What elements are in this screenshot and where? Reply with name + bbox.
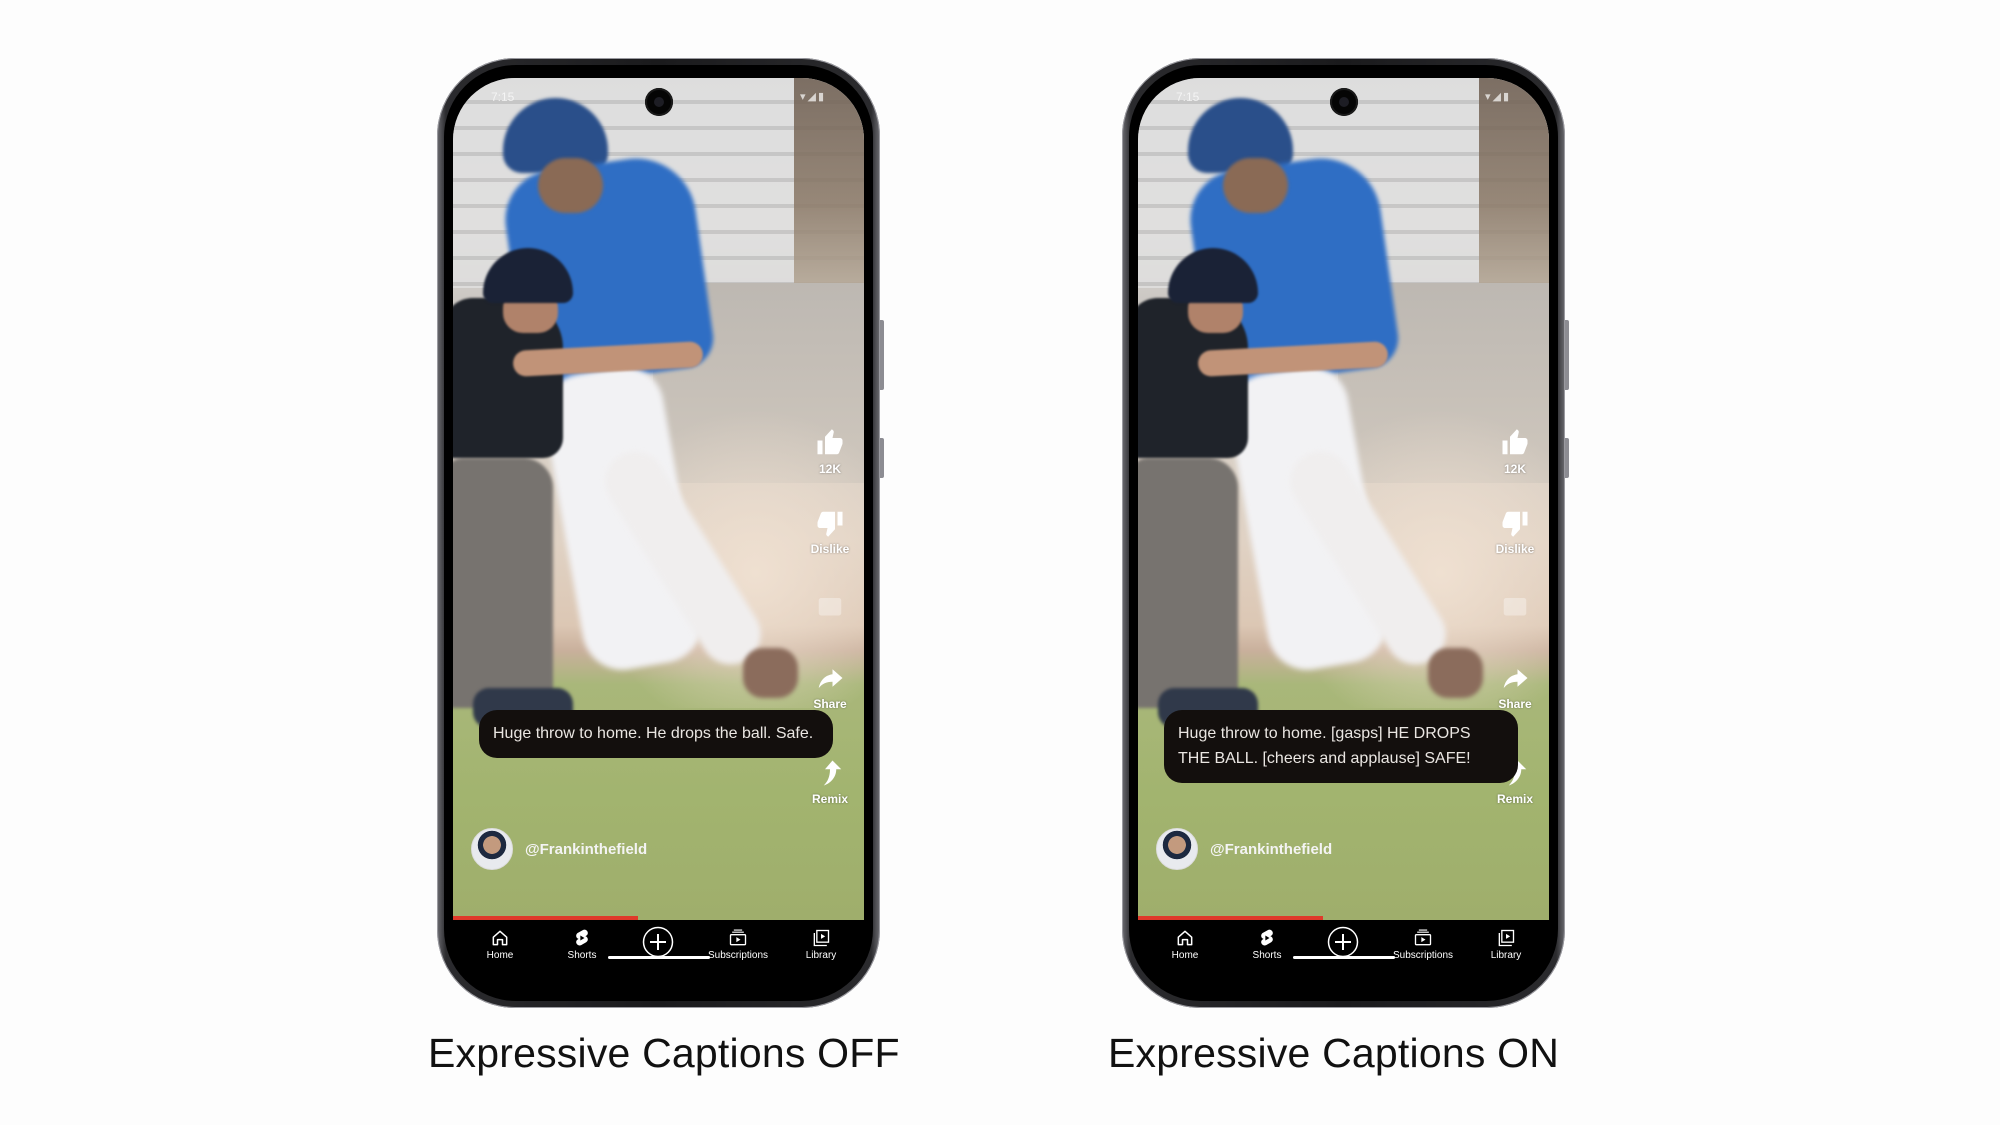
thumbs-up-icon <box>817 429 843 455</box>
nav-create-button[interactable] <box>623 926 693 960</box>
nav-shorts-label: Shorts <box>1252 950 1282 961</box>
status-icons: ▾◢▮ <box>800 90 826 103</box>
nav-create-button[interactable] <box>1308 926 1378 960</box>
dislike-button[interactable]: Dislike <box>1487 508 1543 556</box>
power-button <box>1565 438 1569 478</box>
plus-circle-icon <box>1327 926 1359 958</box>
like-count: 12K <box>1503 462 1526 476</box>
thumbs-down-icon <box>1502 511 1528 537</box>
dislike-button[interactable]: Dislike <box>802 508 858 556</box>
dislike-label: Dislike <box>810 542 850 556</box>
power-button <box>880 438 884 478</box>
volume-button <box>880 320 884 390</box>
status-time: 7:15 <box>1176 90 1200 104</box>
share-button[interactable]: Share <box>1487 663 1543 711</box>
remix-label: Remix <box>811 792 849 806</box>
shorts-video[interactable]: 7:15 ▾◢▮ 12K Dislike Share Remix Huge th… <box>453 78 864 920</box>
comments-button[interactable] <box>1487 593 1543 623</box>
volume-button <box>1565 320 1569 390</box>
like-count: 12K <box>818 462 841 476</box>
nav-home-label: Home <box>1171 950 1199 961</box>
nav-home[interactable]: Home <box>1150 928 1220 961</box>
caption-box: Huge throw to home. He drops the ball. S… <box>479 710 833 758</box>
phone-screen: 7:15 ▾◢▮ 12K Dislike Share Remix Huge th… <box>453 78 864 990</box>
gesture-home-bar[interactable] <box>608 956 710 959</box>
subscriptions-icon <box>729 929 747 946</box>
share-label: Share <box>813 697 847 711</box>
signal-icon: ◢ <box>1492 91 1503 103</box>
video-runner-shoe <box>1428 648 1483 698</box>
channel-handle[interactable]: @Frankinthefield <box>1210 841 1332 858</box>
battery-icon: ▮ <box>817 91 826 103</box>
remix-label: Remix <box>1496 792 1534 806</box>
share-label: Share <box>1498 697 1532 711</box>
share-button[interactable]: Share <box>802 663 858 711</box>
video-spectator <box>794 78 864 288</box>
channel-avatar[interactable] <box>471 828 513 870</box>
video-runner-face <box>1223 158 1288 213</box>
bottom-nav: Home Shorts Subscriptions Library <box>453 920 864 990</box>
status-icons: ▾◢▮ <box>1485 90 1511 103</box>
label-captions-off: Expressive Captions OFF <box>428 1030 900 1076</box>
channel-avatar[interactable] <box>1156 828 1198 870</box>
signal-icon: ◢ <box>807 91 818 103</box>
dislike-label: Dislike <box>1495 542 1535 556</box>
like-button[interactable]: 12K <box>1487 428 1543 476</box>
status-time: 7:15 <box>491 90 515 104</box>
comment-icon <box>1503 598 1527 616</box>
video-runner-shoe <box>743 648 798 698</box>
nav-subscriptions[interactable]: Subscriptions <box>1388 928 1458 961</box>
nav-library[interactable]: Library <box>786 928 856 961</box>
comments-button[interactable] <box>802 593 858 623</box>
nav-shorts-label: Shorts <box>567 950 597 961</box>
shorts-icon <box>576 929 588 946</box>
home-icon <box>492 930 508 946</box>
nav-home[interactable]: Home <box>465 928 535 961</box>
thumbs-up-icon <box>1502 429 1528 455</box>
nav-shorts[interactable]: Shorts <box>547 928 617 961</box>
nav-shorts[interactable]: Shorts <box>1232 928 1302 961</box>
channel-info[interactable]: @Frankinthefield <box>1156 828 1332 870</box>
nav-library-label: Library <box>805 950 837 961</box>
library-icon <box>1498 929 1515 947</box>
nav-subscriptions-label: Subscriptions <box>1392 950 1454 961</box>
shorts-video[interactable]: 7:15 ▾◢▮ 12K Dislike Share Remix Huge th… <box>1138 78 1549 920</box>
nav-subscriptions-label: Subscriptions <box>707 950 769 961</box>
video-runner-face <box>538 158 603 213</box>
thumbs-down-icon <box>817 511 843 537</box>
library-icon <box>813 929 830 947</box>
subscriptions-icon <box>1414 929 1432 946</box>
channel-info[interactable]: @Frankinthefield <box>471 828 647 870</box>
channel-handle[interactable]: @Frankinthefield <box>525 841 647 858</box>
nav-home-label: Home <box>486 950 514 961</box>
front-camera <box>644 88 673 116</box>
home-icon <box>1177 930 1193 946</box>
bottom-nav: Home Shorts Subscriptions Library <box>1138 920 1549 990</box>
remix-icon <box>823 760 842 786</box>
phone-captions-on: 7:15 ▾◢▮ 12K Dislike Share Remix Huge th… <box>1122 58 1569 1008</box>
share-icon <box>1503 669 1528 688</box>
video-spectator <box>1479 78 1549 288</box>
front-camera <box>1329 88 1358 116</box>
like-button[interactable]: 12K <box>802 428 858 476</box>
phone-screen: 7:15 ▾◢▮ 12K Dislike Share Remix Huge th… <box>1138 78 1549 990</box>
video-umpire-pants <box>1138 458 1238 708</box>
plus-circle-icon <box>642 926 674 958</box>
gesture-home-bar[interactable] <box>1293 956 1395 959</box>
label-captions-on: Expressive Captions ON <box>1108 1030 1560 1076</box>
nav-library-label: Library <box>1490 950 1522 961</box>
video-umpire-pants <box>453 458 553 708</box>
phone-captions-off: 7:15 ▾◢▮ 12K Dislike Share Remix Huge th… <box>437 58 884 1008</box>
share-icon <box>818 669 843 688</box>
shorts-icon <box>1261 929 1273 946</box>
comment-icon <box>818 598 842 616</box>
nav-subscriptions[interactable]: Subscriptions <box>703 928 773 961</box>
remix-button[interactable]: Remix <box>802 758 858 806</box>
battery-icon: ▮ <box>1502 91 1511 103</box>
nav-library[interactable]: Library <box>1471 928 1541 961</box>
caption-box: Huge throw to home. [gasps] HE DROPS THE… <box>1164 710 1518 783</box>
